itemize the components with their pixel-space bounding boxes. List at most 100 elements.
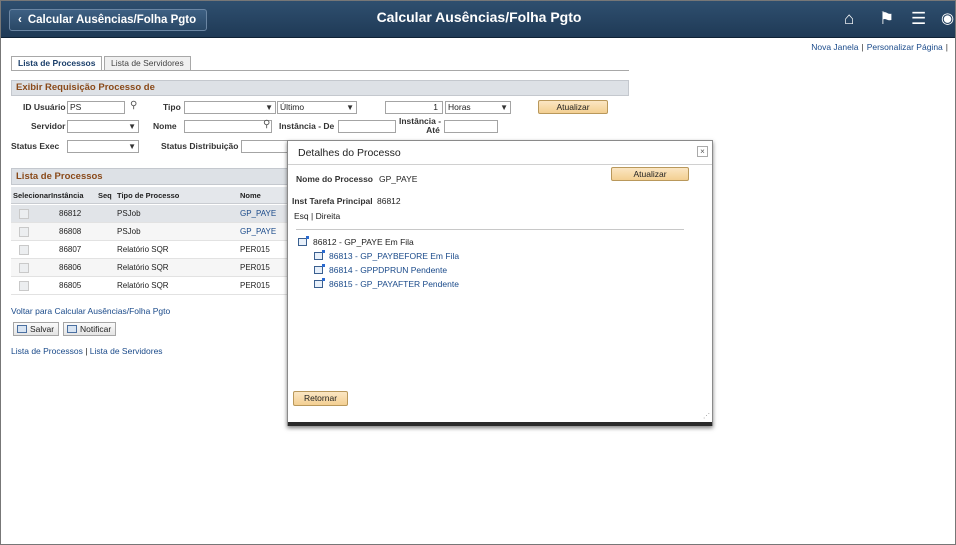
col-seq: Seq <box>98 191 112 200</box>
request-section-header: Exibir Requisição Processo de <box>11 80 629 96</box>
bottom-link-server-list[interactable]: Lista de Servidores <box>90 346 163 356</box>
process-name-value: GP_PAYE <box>379 174 418 184</box>
save-button-label: Salvar <box>30 324 55 334</box>
chevron-down-icon: ▼ <box>128 122 136 131</box>
dist-status-select[interactable] <box>241 140 291 153</box>
modal-title: Detalhes do Processo <box>298 147 401 159</box>
cell-type: Relatório SQR <box>117 245 169 254</box>
unit-select[interactable]: Horas ▼ <box>445 101 511 114</box>
server-select[interactable]: ▼ <box>67 120 139 133</box>
return-button[interactable]: Retornar <box>293 391 348 406</box>
cell-instance: 86805 <box>59 281 82 290</box>
table-row[interactable]: 86806 Relatório SQR PER015 <box>11 259 289 277</box>
back-button[interactable]: ‹ Calcular Ausências/Folha Pgto <box>9 9 207 31</box>
bottom-link-process-list[interactable]: Lista de Processos <box>11 346 83 356</box>
tree-child-item[interactable]: 86814 - GPPDPRUN Pendente <box>314 264 447 275</box>
header-bar: ‹ Calcular Ausências/Folha Pgto Calcular … <box>1 1 955 38</box>
main-task-value: 86812 <box>377 196 401 206</box>
tree-link-separator: | <box>311 211 314 221</box>
row-checkbox[interactable] <box>19 227 29 237</box>
chevron-down-icon: ▼ <box>128 142 136 151</box>
navbar-icon[interactable]: ◉ <box>941 10 954 28</box>
tab-divider <box>11 70 629 71</box>
col-instance: Instância <box>51 191 84 200</box>
modal-refresh-button[interactable]: Atualizar <box>611 167 689 181</box>
search-icon[interactable]: ⚲ <box>130 100 137 111</box>
tree-child-label: 86815 - GP_PAYAFTER Pendente <box>329 279 459 289</box>
last-select[interactable]: Último ▼ <box>277 101 357 114</box>
chevron-down-icon: ▼ <box>346 103 354 112</box>
tree-nav-links: Esq | Direita <box>294 211 340 221</box>
table-row[interactable]: 86812 PSJob GP_PAYE <box>11 205 289 223</box>
process-icon <box>314 278 325 288</box>
col-process-type: Tipo de Processo <box>117 191 180 200</box>
notify-button[interactable]: Notificar <box>63 322 117 336</box>
unit-select-value: Horas <box>448 102 471 112</box>
cell-instance: 86812 <box>59 209 82 218</box>
tab-process-list[interactable]: Lista de Processos <box>11 56 103 71</box>
cell-instance: 86807 <box>59 245 82 254</box>
return-link[interactable]: Voltar para Calcular Ausências/Folha Pgt… <box>11 306 170 316</box>
cell-name: PER015 <box>240 263 270 272</box>
cell-name-link[interactable]: GP_PAYE <box>240 209 276 218</box>
instance-to-label-line2: Até <box>426 125 440 135</box>
row-checkbox[interactable] <box>19 281 29 291</box>
instance-from-label: Instância - De <box>279 121 335 131</box>
process-name-label: Nome do Processo <box>296 174 373 184</box>
tree-root-item[interactable]: 86812 - GP_PAYE Em Fila <box>298 236 414 247</box>
cell-type: Relatório SQR <box>117 281 169 290</box>
new-window-link[interactable]: Nova Janela <box>811 42 858 52</box>
user-id-label: ID Usuário <box>23 102 66 112</box>
grid-header: Selecionar Instância Seq Tipo de Process… <box>11 187 289 204</box>
tree-right-link[interactable]: Direita <box>316 211 341 221</box>
cell-name-link[interactable]: GP_PAYE <box>240 227 276 236</box>
col-select: Selecionar <box>13 191 51 200</box>
cell-instance: 86808 <box>59 227 82 236</box>
table-row[interactable]: 86808 PSJob GP_PAYE <box>11 223 289 241</box>
table-row[interactable]: 86807 Relatório SQR PER015 <box>11 241 289 259</box>
tree-root-label: 86812 - GP_PAYE Em Fila <box>313 237 414 247</box>
search-icon[interactable]: ⚲ <box>263 119 270 130</box>
process-list-header: Lista de Processos <box>11 168 291 185</box>
run-status-select[interactable]: ▼ <box>67 140 139 153</box>
main-task-label: Inst Tarefa Principal <box>292 196 373 206</box>
dist-status-label: Status Distribuição <box>161 141 239 151</box>
row-checkbox[interactable] <box>19 245 29 255</box>
process-icon <box>314 264 325 274</box>
modal-title-divider <box>288 164 712 165</box>
name-field[interactable] <box>184 120 272 133</box>
tree-child-item[interactable]: 86815 - GP_PAYAFTER Pendente <box>314 278 459 289</box>
bottom-link-separator: | <box>85 346 88 356</box>
chevron-down-icon: ▼ <box>500 103 508 112</box>
chevron-down-icon: ▼ <box>265 103 273 112</box>
row-checkbox[interactable] <box>19 263 29 273</box>
save-button[interactable]: Salvar <box>13 322 60 336</box>
job-tree-icon <box>298 236 309 246</box>
instance-to-field[interactable] <box>444 120 498 133</box>
home-icon[interactable]: ⌂ <box>844 10 854 28</box>
bottom-links: Lista de Processos | Lista de Servidores <box>11 346 163 356</box>
refresh-button[interactable]: Atualizar <box>538 100 608 114</box>
table-row[interactable]: 86805 Relatório SQR PER015 <box>11 277 289 295</box>
resize-handle-icon[interactable]: ⋰ <box>703 412 710 420</box>
row-checkbox[interactable] <box>19 209 29 219</box>
app-frame: ‹ Calcular Ausências/Folha Pgto Calcular … <box>0 0 956 545</box>
menu-icon[interactable]: ☰ <box>911 10 926 28</box>
flag-icon[interactable]: ⚑ <box>879 10 894 28</box>
instance-from-field[interactable] <box>338 120 396 133</box>
type-select[interactable]: ▼ <box>184 101 276 114</box>
tree-child-item[interactable]: 86813 - GP_PAYBEFORE Em Fila <box>314 250 459 261</box>
user-id-field[interactable]: PS <box>67 101 125 114</box>
close-icon[interactable]: × <box>697 146 708 157</box>
personalize-page-link[interactable]: Personalizar Página <box>867 42 943 52</box>
count-field[interactable]: 1 <box>385 101 443 114</box>
page-links: Nova Janela | Personalizar Página | <box>811 42 948 52</box>
tab-server-list[interactable]: Lista de Servidores <box>104 56 191 71</box>
server-label: Servidor <box>31 121 66 131</box>
process-icon <box>314 250 325 260</box>
type-label: Tipo <box>163 102 181 112</box>
save-icon <box>17 325 27 333</box>
cell-type: PSJob <box>117 209 141 218</box>
tree-left-link[interactable]: Esq <box>294 211 309 221</box>
tree-divider <box>296 229 684 230</box>
